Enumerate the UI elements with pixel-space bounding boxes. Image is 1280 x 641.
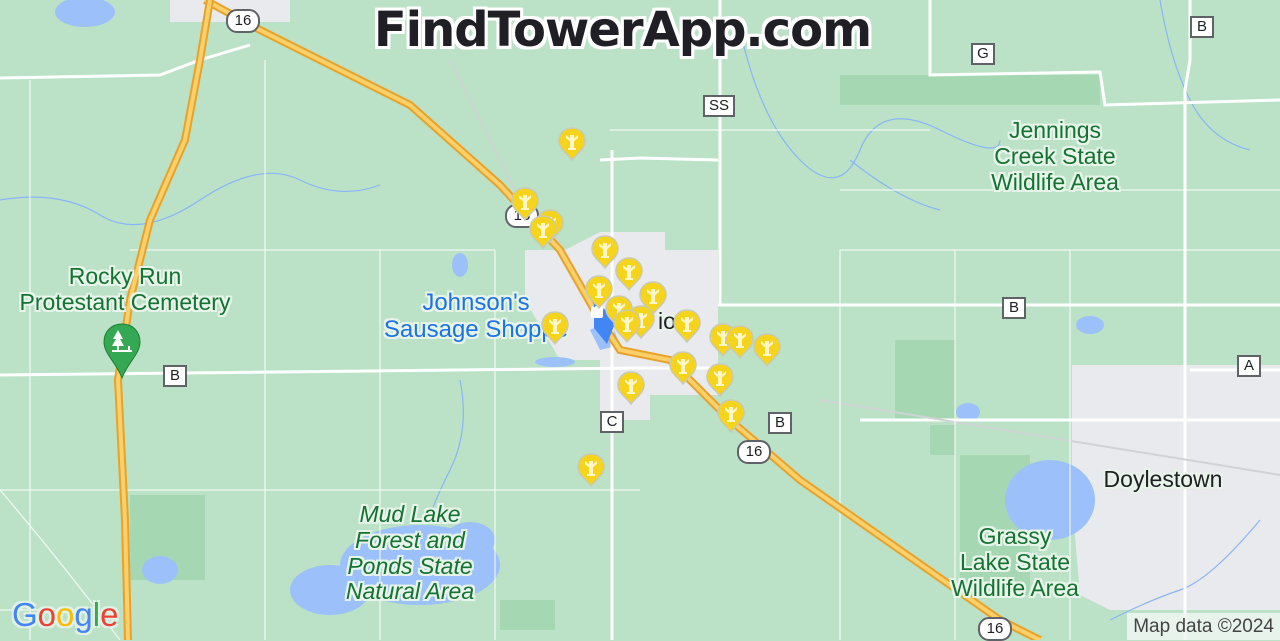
county-road-b-shield: B (1190, 16, 1214, 38)
tower-marker[interactable] (668, 350, 698, 386)
rocky-run-cemetery-label[interactable]: Rocky Run Protestant Cemetery (0, 263, 250, 316)
county-road-b-shield: B (768, 412, 792, 434)
google-logo: Google (12, 596, 119, 633)
doylestown-label[interactable]: Doylestown (1088, 466, 1238, 493)
grassy-lake-label[interactable]: Grassy Lake State Wildlife Area (920, 523, 1110, 601)
county-road-b-shield: B (1002, 297, 1026, 319)
tower-marker[interactable] (716, 398, 746, 434)
county-road-ss-shield: SS (703, 95, 735, 117)
jennings-creek-label[interactable]: Jennings Creek State Wildlife Area (960, 117, 1150, 195)
county-road-a-shield: A (1237, 355, 1261, 377)
county-road-c-shield: C (600, 411, 624, 433)
tower-marker[interactable] (705, 362, 735, 398)
tower-marker[interactable] (576, 452, 606, 488)
tower-marker[interactable] (616, 370, 646, 406)
tower-marker[interactable] (528, 214, 558, 250)
tower-marker[interactable] (752, 332, 782, 368)
county-road-g-shield: G (971, 43, 995, 65)
tower-marker[interactable] (540, 310, 570, 346)
route-16-shield: 16 (978, 617, 1012, 641)
site-title: FindTowerApp.com (373, 2, 872, 58)
tower-marker[interactable] (725, 324, 755, 360)
tower-marker[interactable] (672, 308, 702, 344)
route-16-shield: 16 (737, 440, 771, 464)
cemetery-pin[interactable] (102, 322, 142, 380)
tower-marker[interactable] (612, 308, 642, 344)
route-16-shield: 16 (226, 9, 260, 33)
tower-marker[interactable] (557, 126, 587, 162)
county-road-b-shield: B (163, 365, 187, 387)
mud-lake-label[interactable]: Mud Lake Forest and Ponds State Natural … (320, 501, 500, 605)
map-attribution[interactable]: Map data ©2024 (1127, 613, 1280, 640)
